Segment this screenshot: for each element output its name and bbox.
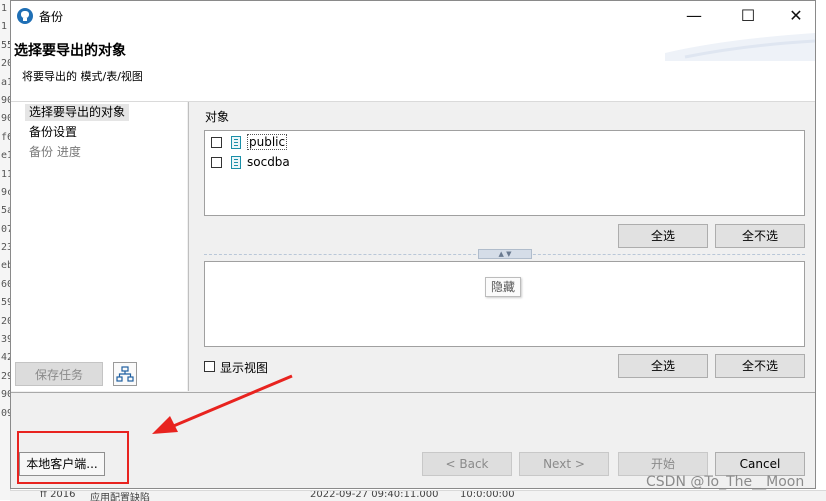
object-name: socdba xyxy=(247,155,290,169)
background-text: 11 xyxy=(1,168,10,180)
background-app-row: ff 2016 应用配置缺陷 2022-09-27 09:40:11.000 1… xyxy=(10,490,826,501)
objects-list[interactable]: public socdba xyxy=(204,130,805,216)
collapse-arrows-icon: ▲ ▼ xyxy=(498,250,512,258)
tree-view-button[interactable] xyxy=(113,362,137,386)
background-text: 29 xyxy=(1,370,10,382)
background-text: 07 xyxy=(1,223,10,235)
list-item[interactable]: socdba xyxy=(211,154,511,172)
background-text: ff 2016 xyxy=(40,490,76,500)
step-backup-progress: 备份 进度 xyxy=(29,145,81,159)
title-bar[interactable]: 备份 — ☐ ✕ xyxy=(11,1,815,31)
background-text: 90 xyxy=(1,389,10,401)
maximize-icon: ☐ xyxy=(740,6,756,25)
background-text: 59 xyxy=(1,297,10,309)
window-title: 备份 xyxy=(39,10,64,24)
step-backup-settings[interactable]: 备份设置 xyxy=(25,124,81,141)
background-text: a1 xyxy=(1,76,10,88)
background-text: 42 xyxy=(1,352,10,364)
maximize-button[interactable]: ☐ xyxy=(725,1,771,31)
save-task-button[interactable]: 保存任务 xyxy=(15,362,103,386)
tree-structure-icon xyxy=(116,366,134,382)
header-decoration xyxy=(665,33,815,61)
objects-label: 对象 xyxy=(205,110,230,124)
background-text: 5a xyxy=(1,205,10,217)
background-text: 1 xyxy=(1,21,8,33)
object-checkbox[interactable] xyxy=(211,157,222,168)
background-text: 23 xyxy=(1,242,10,254)
hide-tooltip: 隐藏 xyxy=(485,277,521,297)
background-text: 10:0:00:00 xyxy=(460,490,515,500)
background-text: 90 xyxy=(1,113,10,125)
backup-dialog: 备份 — ☐ ✕ 选择要导出的对象 将要导出的 模式/表/视图 选择要导出的对象… xyxy=(10,0,816,489)
background-text: 60 xyxy=(1,278,10,290)
footer-divider xyxy=(11,392,815,393)
start-button[interactable]: 开始 xyxy=(618,452,708,476)
background-text: 09 xyxy=(1,407,10,419)
back-button[interactable]: < Back xyxy=(422,452,512,476)
minimize-button[interactable]: — xyxy=(671,1,717,31)
next-button[interactable]: Next > xyxy=(519,452,609,476)
minimize-icon: — xyxy=(686,6,702,25)
annotation-highlight-box xyxy=(17,431,129,484)
background-text: 20 xyxy=(1,315,10,327)
panel-divider[interactable] xyxy=(188,102,189,391)
list-item[interactable]: public xyxy=(211,134,511,152)
views-list[interactable] xyxy=(204,261,805,347)
show-views-checkbox[interactable] xyxy=(204,361,215,372)
cancel-button[interactable]: Cancel xyxy=(715,452,805,476)
select-all-objects-button[interactable]: 全选 xyxy=(618,224,708,248)
background-text: eb xyxy=(1,260,10,272)
schema-icon xyxy=(231,156,241,169)
background-text: 20 xyxy=(1,58,10,70)
wizard-header: 选择要导出的对象 将要导出的 模式/表/视图 xyxy=(11,31,815,102)
background-text: 1 xyxy=(1,3,8,14)
background-text: e1 xyxy=(1,150,10,162)
background-text: 应用配置缺陷 xyxy=(90,493,150,501)
close-button[interactable]: ✕ xyxy=(773,1,819,31)
background-text: f6 xyxy=(1,131,10,143)
background-text: 2022-09-27 09:40:11.000 xyxy=(310,490,439,500)
object-name: public xyxy=(247,134,288,150)
splitter-handle[interactable]: ▲ ▼ xyxy=(478,249,532,259)
app-logo-icon xyxy=(17,8,33,24)
page-description: 将要导出的 模式/表/视图 xyxy=(22,70,143,83)
close-icon: ✕ xyxy=(789,6,803,25)
page-title: 选择要导出的对象 xyxy=(14,43,126,59)
select-none-objects-button[interactable]: 全不选 xyxy=(715,224,805,248)
select-all-views-button[interactable]: 全选 xyxy=(618,354,708,378)
background-text: 55 xyxy=(1,39,10,51)
annotation-arrow-icon xyxy=(152,374,293,434)
schema-icon xyxy=(231,136,241,149)
object-checkbox[interactable] xyxy=(211,137,222,148)
background-text: 9c xyxy=(1,186,10,198)
step-select-objects[interactable]: 选择要导出的对象 xyxy=(25,104,130,121)
wizard-steps-panel: 选择要导出的对象 备份设置 备份 进度 保存任务 xyxy=(11,102,187,391)
background-text: 90 xyxy=(1,94,10,106)
watermark: CSDN @To_The__Moon xyxy=(646,474,805,490)
select-none-views-button[interactable]: 全不选 xyxy=(715,354,805,378)
background-text: 39 xyxy=(1,334,10,346)
